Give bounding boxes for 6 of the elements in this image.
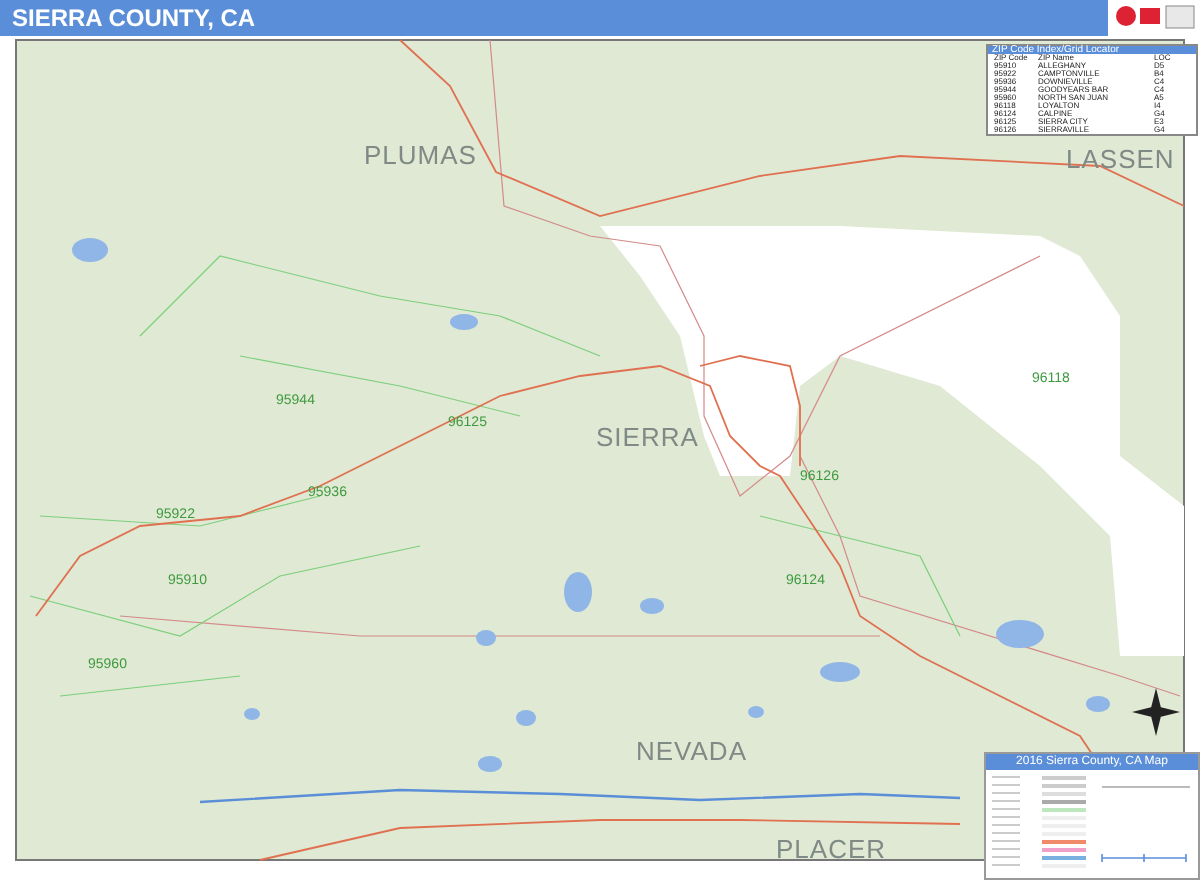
county-label: LASSEN [1066,144,1175,174]
county-label: NEVADA [636,736,747,766]
county-label: SIERRA [596,422,699,452]
map-title: SIERRA COUNTY, CA [12,4,256,32]
county-label: PLACER [776,834,887,864]
county-label: PLUMAS [364,140,477,170]
